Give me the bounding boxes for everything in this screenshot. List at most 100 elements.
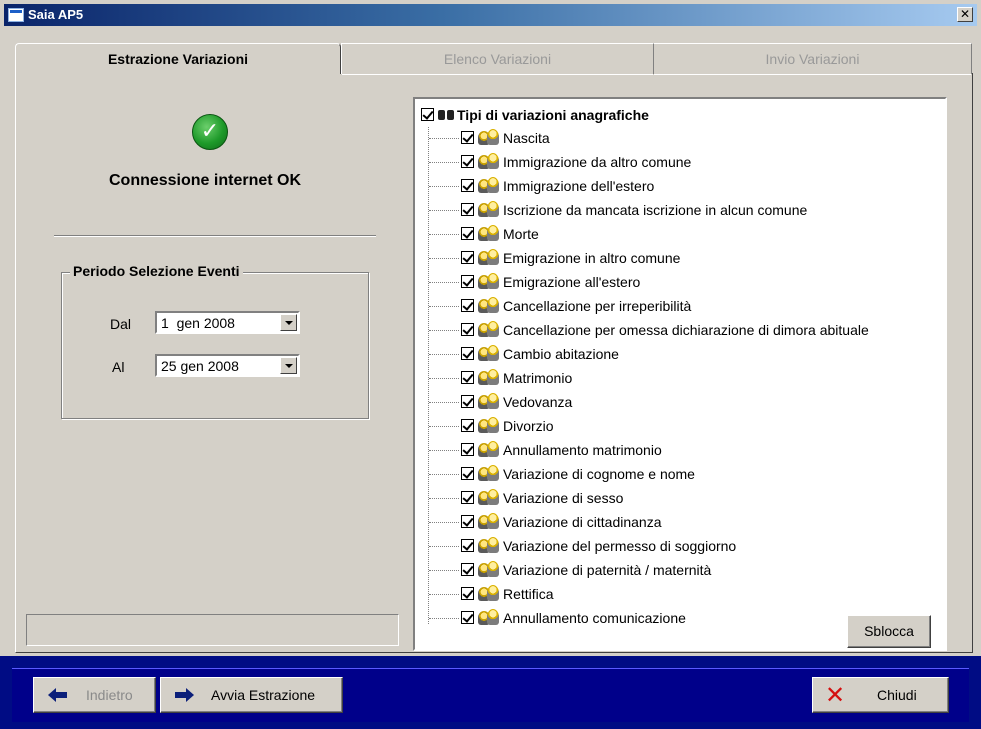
unlock-button[interactable]: Sblocca xyxy=(847,615,931,648)
tree-item[interactable]: Variazione del permesso di soggiorno xyxy=(429,535,939,559)
item-checkbox[interactable] xyxy=(461,587,474,600)
root-checkbox[interactable] xyxy=(421,108,434,121)
tree-item-label: Annullamento comunicazione xyxy=(503,610,686,626)
tab-estrazione-variazioni[interactable]: Estrazione Variazioni xyxy=(15,43,341,74)
item-checkbox[interactable] xyxy=(461,515,474,528)
tree-item[interactable]: Iscrizione da mancata iscrizione in alcu… xyxy=(429,199,939,223)
divider xyxy=(54,235,376,237)
tree-item-label: Cancellazione per omessa dichiarazione d… xyxy=(503,322,869,338)
back-button[interactable]: Indietro xyxy=(33,677,156,713)
tree-item[interactable]: Variazione di cittadinanza xyxy=(429,511,939,535)
tree-item[interactable]: Matrimonio xyxy=(429,367,939,391)
start-extraction-button[interactable]: Avvia Estrazione xyxy=(160,677,343,713)
tree-connector-line xyxy=(429,378,459,379)
people-icon xyxy=(478,441,500,459)
tree-connector-line xyxy=(429,330,459,331)
item-checkbox[interactable] xyxy=(461,155,474,168)
item-checkbox[interactable] xyxy=(461,563,474,576)
item-checkbox[interactable] xyxy=(461,323,474,336)
item-checkbox[interactable] xyxy=(461,467,474,480)
tree-item[interactable]: Annullamento matrimonio xyxy=(429,439,939,463)
tree-item[interactable]: Cancellazione per omessa dichiarazione d… xyxy=(429,319,939,343)
item-checkbox[interactable] xyxy=(461,275,474,288)
item-checkbox[interactable] xyxy=(461,419,474,432)
item-checkbox[interactable] xyxy=(461,131,474,144)
tree-item-label: Rettifica xyxy=(503,586,554,602)
tree-item[interactable]: Emigrazione all'estero xyxy=(429,271,939,295)
tree-connector-line xyxy=(429,210,459,211)
people-icon xyxy=(478,489,500,507)
tree-item[interactable]: Morte xyxy=(429,223,939,247)
close-icon: ✕ xyxy=(825,681,846,709)
tree-item[interactable]: Immigrazione dell'estero xyxy=(429,175,939,199)
chevron-down-icon[interactable] xyxy=(280,357,297,374)
item-checkbox[interactable] xyxy=(461,539,474,552)
title-bar[interactable]: Saia AP5 ✕ xyxy=(4,4,977,26)
item-checkbox[interactable] xyxy=(461,395,474,408)
tree-item[interactable]: Immigrazione da altro comune xyxy=(429,151,939,175)
people-icon xyxy=(478,585,500,603)
tree-item[interactable]: Variazione di sesso xyxy=(429,487,939,511)
people-icon xyxy=(478,417,500,435)
arrow-right-icon xyxy=(175,688,195,702)
tree-item[interactable]: Nascita xyxy=(429,127,939,151)
to-date-value: 25 gen 2008 xyxy=(161,358,239,374)
tree-item[interactable]: Emigrazione in altro comune xyxy=(429,247,939,271)
item-checkbox[interactable] xyxy=(461,347,474,360)
item-checkbox[interactable] xyxy=(461,203,474,216)
tree-item-label: Immigrazione dell'estero xyxy=(503,178,655,194)
check-circle-icon: ✓ xyxy=(192,114,228,150)
tree-item[interactable]: Cancellazione per irreperibilità xyxy=(429,295,939,319)
tree-connector-line xyxy=(429,138,459,139)
tree-item[interactable]: Variazione di paternità / maternità xyxy=(429,559,939,583)
tree-connector-line xyxy=(429,426,459,427)
to-date-label: Al xyxy=(112,359,125,375)
item-checkbox[interactable] xyxy=(461,299,474,312)
tree-connector-line xyxy=(429,258,459,259)
tree-item[interactable]: Divorzio xyxy=(429,415,939,439)
chevron-down-icon[interactable] xyxy=(280,314,297,331)
from-date-value: 1 gen 2008 xyxy=(161,315,235,331)
people-icon xyxy=(478,513,500,531)
tree-connector-line xyxy=(429,354,459,355)
to-date-select[interactable]: 25 gen 2008 xyxy=(155,354,300,377)
tree-item[interactable]: Rettifica xyxy=(429,583,939,607)
main-window: Saia AP5 ✕ Estrazione Variazioni Elenco … xyxy=(0,0,981,729)
tab-elenco-variazioni[interactable]: Elenco Variazioni xyxy=(341,43,654,75)
item-checkbox[interactable] xyxy=(461,251,474,264)
item-checkbox[interactable] xyxy=(461,443,474,456)
variation-types-tree[interactable]: Tipi di variazioni anagrafiche Nascita Im… xyxy=(413,97,947,651)
tree-item-label: Emigrazione in altro comune xyxy=(503,250,681,266)
from-date-select[interactable]: 1 gen 2008 xyxy=(155,311,300,334)
tree-item-label: Annullamento matrimonio xyxy=(503,442,662,458)
close-button-label: Chiudi xyxy=(877,687,917,703)
window-close-button[interactable]: ✕ xyxy=(957,7,973,22)
tree-connector-line xyxy=(429,234,459,235)
people-icon xyxy=(478,609,500,627)
start-extraction-button-label: Avvia Estrazione xyxy=(211,687,316,703)
item-checkbox[interactable] xyxy=(461,611,474,624)
item-checkbox[interactable] xyxy=(461,179,474,192)
tab-invio-variazioni[interactable]: Invio Variazioni xyxy=(654,43,972,75)
tree-item[interactable]: Cambio abitazione xyxy=(429,343,939,367)
tree-item-label: Cambio abitazione xyxy=(503,346,619,362)
tree-connector-line xyxy=(429,570,459,571)
binoculars-icon xyxy=(438,107,455,121)
people-icon xyxy=(478,129,500,147)
tree-connector-line xyxy=(429,450,459,451)
tree-item[interactable]: Variazione di cognome e nome xyxy=(429,463,939,487)
people-icon xyxy=(478,153,500,171)
people-icon xyxy=(478,561,500,579)
item-checkbox[interactable] xyxy=(461,371,474,384)
item-checkbox[interactable] xyxy=(461,227,474,240)
tree-item[interactable]: Vedovanza xyxy=(429,391,939,415)
close-button[interactable]: ✕ Chiudi xyxy=(812,677,949,713)
people-icon xyxy=(478,177,500,195)
tree-item-label: Matrimonio xyxy=(503,370,573,386)
tree-connector-line xyxy=(429,594,459,595)
tree-item-label: Vedovanza xyxy=(503,394,573,410)
people-icon xyxy=(478,321,500,339)
connection-status-text: Connessione internet OK xyxy=(108,172,302,189)
item-checkbox[interactable] xyxy=(461,491,474,504)
people-icon xyxy=(478,297,500,315)
